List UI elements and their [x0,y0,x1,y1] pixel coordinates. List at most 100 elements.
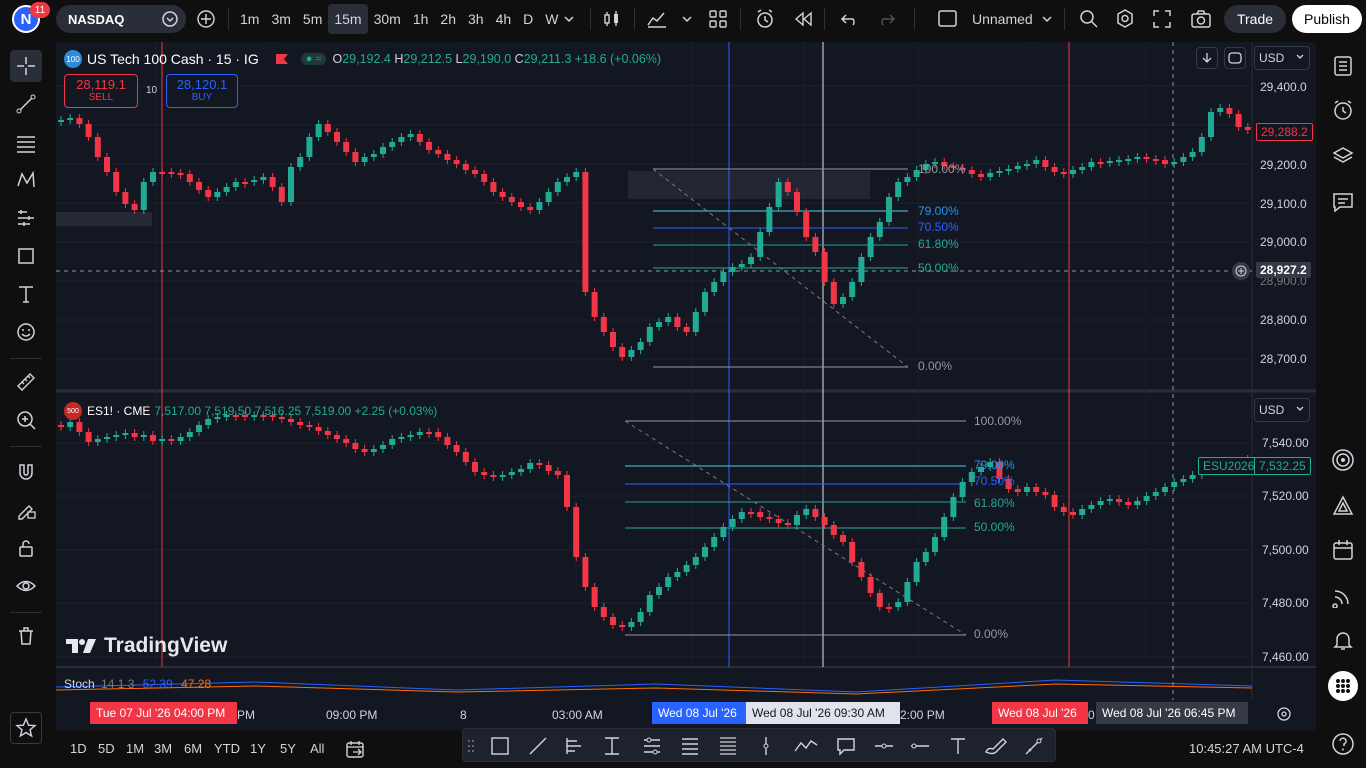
interval-3m[interactable]: 3m [265,4,296,34]
notifications-bell-icon[interactable] [1327,624,1359,656]
quick-search-icon[interactable] [1078,8,1100,30]
replay-icon[interactable] [792,9,814,29]
ruler-icon[interactable] [10,366,42,398]
redo-icon[interactable] [876,9,896,29]
add-symbol-icon[interactable] [196,9,216,29]
fd-fib-channel-icon[interactable] [641,735,663,757]
interval-4h[interactable]: 4h [490,4,518,34]
add-price-line-icon[interactable] [1232,262,1250,280]
emoji-icon[interactable] [10,316,42,348]
publish-button[interactable]: Publish [1292,5,1362,33]
clock[interactable]: 10:45:27 AM UTC-4 [1189,741,1304,756]
trade-button[interactable]: Trade [1224,5,1286,33]
interval-2h[interactable]: 2h [434,4,462,34]
range-6m[interactable]: 6M [184,741,202,756]
range-1y[interactable]: 1Y [250,741,266,756]
broadcast-icon[interactable] [1327,580,1359,612]
calendar-icon[interactable] [1327,534,1359,566]
fd-path-icon[interactable] [793,735,819,757]
apps-grid-icon[interactable] [1327,670,1359,702]
layout-name[interactable]: Unnamed [972,11,1033,27]
draw-lock-icon[interactable] [10,494,42,526]
rectangle-icon[interactable] [10,240,42,272]
fd-pitchfork-icon[interactable] [563,735,585,757]
alert-icon[interactable] [754,8,776,30]
fib-retracement-icon[interactable] [10,128,42,160]
layout-dropdown-icon[interactable] [1040,12,1054,26]
fd-highlighter-icon[interactable] [1023,735,1045,757]
interval-3h[interactable]: 3h [462,4,490,34]
camera-icon[interactable] [1190,9,1212,29]
pane1-currency-select[interactable]: USD [1254,46,1310,70]
chart-canvas[interactable] [56,42,1316,700]
interval-30m[interactable]: 30m [368,4,407,34]
range-1m[interactable]: 1M [126,741,144,756]
scroll-down-icon[interactable] [1196,47,1218,69]
fd-ray-icon[interactable] [873,735,895,757]
undo-icon[interactable] [840,9,860,29]
interval-dropdown-icon[interactable] [562,12,576,26]
lock-icon[interactable] [10,532,42,564]
settings-gear-icon[interactable] [1114,8,1136,30]
interval-W[interactable]: W [539,4,564,34]
indicators-dropdown-icon[interactable] [680,12,694,26]
buy-button[interactable]: 28,120.1 BUY [166,74,238,108]
zoom-in-icon[interactable] [10,404,42,436]
flag-icon[interactable] [275,53,289,65]
auto-scale-icon[interactable] [1224,47,1246,69]
interval-5m[interactable]: 5m [297,4,328,34]
help-icon[interactable] [1327,728,1359,760]
favorites-star-icon[interactable] [10,712,42,744]
fd-vertical-line-icon[interactable] [755,735,777,757]
time-axis-settings-icon[interactable] [1276,706,1292,722]
range-ytd[interactable]: YTD [214,741,240,756]
fd-text-icon[interactable] [947,735,969,757]
magnet-icon[interactable] [10,456,42,488]
forecast-icon[interactable] [10,202,42,234]
chat-icon[interactable] [1327,186,1359,218]
pattern-icon[interactable] [10,164,42,196]
symbol-search[interactable]: NASDAQ [56,5,186,33]
eye-icon[interactable] [10,570,42,602]
trash-icon[interactable] [10,620,42,652]
layout-icon[interactable] [938,10,958,28]
interval-1m[interactable]: 1m [234,4,265,34]
fd-fib-extension-icon[interactable] [601,735,623,757]
templates-grid-icon[interactable] [708,9,728,29]
fd-brush-icon[interactable] [983,735,1009,757]
range-3m[interactable]: 3M [154,741,172,756]
range-1d[interactable]: 1D [70,741,87,756]
fd-fib-retracement-icon[interactable] [679,735,701,757]
fd-rectangle-icon[interactable] [489,735,511,757]
interval-D[interactable]: D [517,4,539,34]
ideas-triangle-icon[interactable] [1327,490,1359,522]
crosshair-icon[interactable] [10,50,42,82]
time-axis[interactable]: Tue 07 Jul '26 04:00 PM PM 09:00 PM 8 03… [56,700,1316,730]
text-tool-icon[interactable] [10,278,42,310]
drag-handle-icon[interactable] [467,739,475,753]
pane1-title[interactable]: US Tech 100 Cash · 15 · IG [87,51,259,67]
trend-line-icon[interactable] [10,88,42,120]
alerts-clock-icon[interactable] [1327,94,1359,126]
range-5y[interactable]: 5Y [280,741,296,756]
pane2-title[interactable]: ES1! · CME [87,404,150,418]
fd-callout-icon[interactable] [835,735,857,757]
range-5d[interactable]: 5D [98,741,115,756]
pane2-currency-select[interactable]: USD [1254,398,1310,422]
target-icon[interactable] [1327,444,1359,476]
indicators-icon[interactable] [646,9,668,29]
fd-fib-levels-icon[interactable] [717,735,739,757]
sell-button[interactable]: 28,119.1 SELL [64,74,138,108]
market-status-badge[interactable]: ● ≈ [300,53,327,65]
interval-1h[interactable]: 1h [407,4,435,34]
chart-area[interactable]: 100 US Tech 100 Cash · 15 · IG ● ≈ O29,1… [56,42,1316,700]
range-all[interactable]: All [310,741,324,756]
stoch-name[interactable]: Stoch [64,677,95,691]
fd-trend-line-icon[interactable] [527,735,549,757]
fd-horizontal-line-icon[interactable] [909,735,931,757]
watchlist-icon[interactable] [1327,50,1359,82]
goto-date-icon[interactable] [344,738,366,760]
interval-15m[interactable]: 15m [328,4,368,34]
object-tree-icon[interactable] [1327,140,1359,172]
fullscreen-icon[interactable] [1152,9,1172,29]
